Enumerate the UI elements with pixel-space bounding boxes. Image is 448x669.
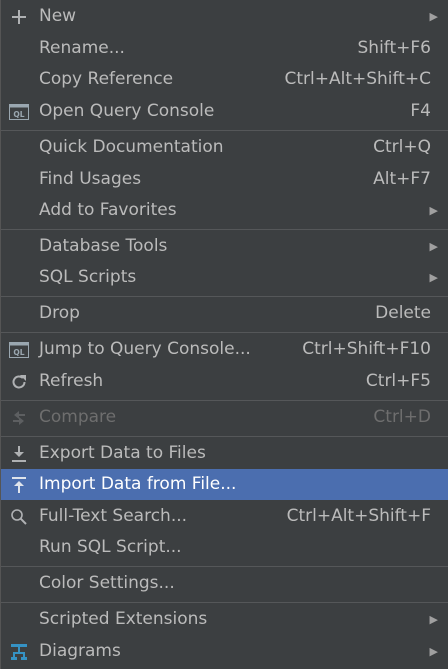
- menu-separator: [1, 602, 448, 603]
- menu-separator: [1, 400, 448, 401]
- submenu-arrow-icon: ▶: [429, 645, 438, 658]
- menu-item-color-settings[interactable]: Color Settings...: [1, 568, 448, 599]
- menu-item-label: Import Data from File...: [39, 474, 237, 494]
- menu-item-label: Color Settings...: [39, 573, 175, 593]
- plus-icon: [8, 6, 30, 28]
- submenu-arrow-icon: ▶: [429, 613, 438, 626]
- ql-console-icon: QL: [8, 339, 30, 361]
- menu-item-add-to-favorites[interactable]: Add to Favorites ▶: [1, 195, 448, 226]
- menu-separator: [1, 436, 448, 437]
- menu-item-label: Open Query Console: [39, 101, 215, 121]
- menu-item-label: Drop: [39, 303, 80, 323]
- menu-item-label: Rename...: [39, 38, 125, 58]
- menu-item-label: Compare: [39, 407, 117, 427]
- menu-item-shortcut: Ctrl+D: [373, 407, 431, 427]
- menu-item-label: Full-Text Search...: [39, 506, 188, 526]
- menu-item-label: Refresh: [39, 371, 104, 391]
- menu-item-label: Run SQL Script...: [39, 537, 182, 557]
- submenu-arrow-icon: ▶: [429, 10, 438, 23]
- menu-item-label: New: [39, 6, 77, 26]
- menu-item-diagrams[interactable]: Diagrams ▶: [1, 636, 448, 667]
- menu-item-drop[interactable]: Drop Delete: [1, 298, 448, 329]
- menu-separator: [1, 566, 448, 567]
- menu-item-full-text-search[interactable]: Full-Text Search... Ctrl+Alt+Shift+F: [1, 501, 448, 532]
- menu-item-label: Copy Reference: [39, 69, 174, 89]
- menu-item-shortcut: Ctrl+Alt+Shift+C: [284, 69, 431, 89]
- menu-item-export-data-to-files[interactable]: Export Data to Files: [1, 438, 448, 469]
- submenu-arrow-icon: ▶: [429, 204, 438, 217]
- refresh-icon: [8, 371, 30, 393]
- menu-item-label: SQL Scripts: [39, 267, 137, 287]
- menu-item-label: Add to Favorites: [39, 200, 177, 220]
- menu-item-label: Database Tools: [39, 236, 168, 256]
- menu-item-find-usages[interactable]: Find Usages Alt+F7: [1, 164, 448, 195]
- menu-item-label: Scripted Extensions: [39, 609, 208, 629]
- menu-item-new[interactable]: New ▶: [1, 1, 448, 32]
- menu-item-rename[interactable]: Rename... Shift+F6: [1, 33, 448, 64]
- menu-item-shortcut: Alt+F7: [373, 169, 431, 189]
- menu-item-import-data-from-file[interactable]: Import Data from File...: [1, 469, 448, 500]
- svg-text:QL: QL: [13, 348, 24, 357]
- menu-item-sql-scripts[interactable]: SQL Scripts ▶: [1, 262, 448, 293]
- menu-item-database-tools[interactable]: Database Tools ▶: [1, 231, 448, 262]
- menu-item-label: Find Usages: [39, 169, 142, 189]
- diagram-icon: [8, 641, 30, 663]
- menu-item-shortcut: Delete: [375, 303, 431, 323]
- submenu-arrow-icon: ▶: [429, 240, 438, 253]
- menu-item-label: Quick Documentation: [39, 137, 224, 157]
- menu-item-run-sql-script[interactable]: Run SQL Script...: [1, 532, 448, 563]
- menu-item-compare: Compare Ctrl+D: [1, 402, 448, 433]
- menu-item-scripted-extensions[interactable]: Scripted Extensions ▶: [1, 604, 448, 635]
- menu-separator: [1, 229, 448, 230]
- search-icon: [8, 506, 30, 528]
- menu-separator: [1, 296, 448, 297]
- menu-item-label: Diagrams: [39, 641, 121, 661]
- menu-item-shortcut: Ctrl+F5: [365, 371, 431, 391]
- menu-item-refresh[interactable]: Refresh Ctrl+F5: [1, 366, 448, 397]
- ql-console-icon: QL: [8, 101, 30, 123]
- menu-item-shortcut: Ctrl+Shift+F10: [302, 339, 431, 359]
- menu-separator: [1, 130, 448, 131]
- import-icon: [8, 474, 30, 496]
- menu-separator: [1, 332, 448, 333]
- menu-item-shortcut: Shift+F6: [357, 38, 431, 58]
- compare-icon: [8, 407, 30, 429]
- menu-item-shortcut: Ctrl+Q: [373, 137, 431, 157]
- submenu-arrow-icon: ▶: [429, 271, 438, 284]
- menu-item-shortcut: F4: [410, 101, 431, 121]
- context-menu: New ▶ Rename... Shift+F6 Copy Reference …: [0, 0, 448, 669]
- svg-text:QL: QL: [13, 110, 24, 119]
- menu-item-label: Export Data to Files: [39, 443, 206, 463]
- menu-item-open-query-console[interactable]: QL Open Query Console F4: [1, 96, 448, 127]
- menu-item-shortcut: Ctrl+Alt+Shift+F: [286, 506, 431, 526]
- menu-item-copy-reference[interactable]: Copy Reference Ctrl+Alt+Shift+C: [1, 64, 448, 95]
- menu-item-jump-to-query-console[interactable]: QL Jump to Query Console... Ctrl+Shift+F…: [1, 334, 448, 365]
- menu-item-quick-documentation[interactable]: Quick Documentation Ctrl+Q: [1, 132, 448, 163]
- export-icon: [8, 443, 30, 465]
- menu-item-label: Jump to Query Console...: [39, 339, 251, 359]
